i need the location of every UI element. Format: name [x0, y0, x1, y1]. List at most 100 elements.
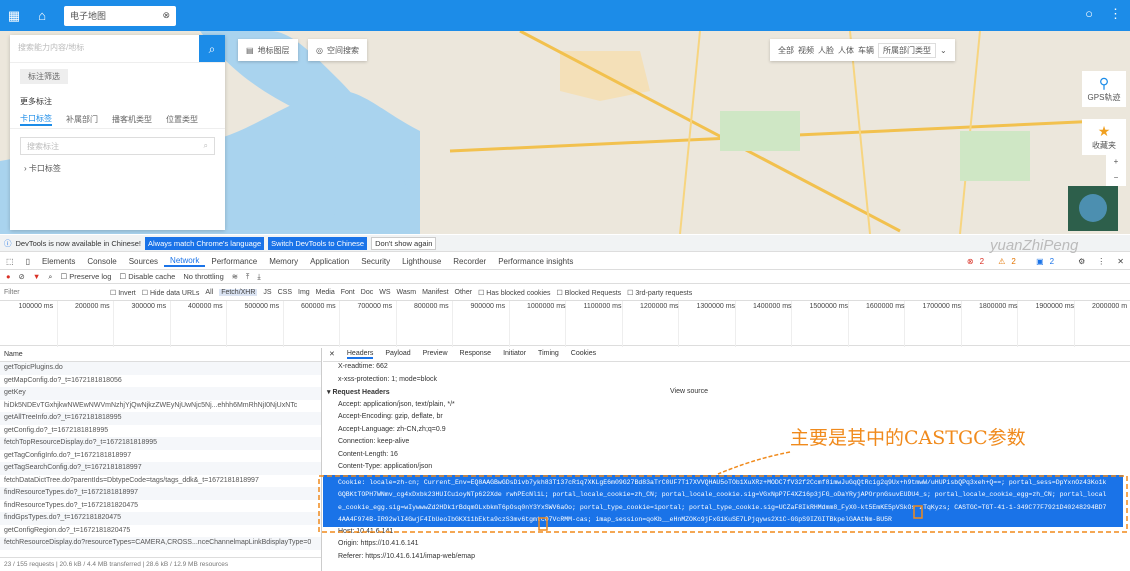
request-row[interactable]: findGpsTypes.do?_t=1672181820475	[0, 512, 321, 525]
match-language-button[interactable]: Always match Chrome's language	[144, 236, 265, 250]
tab-initiator[interactable]: Initiator	[503, 350, 526, 359]
map-canvas[interactable]: 搜索能力内容/地标 ⌕ 标注筛选 更多标注 卡口标签 补属部门 播客机类型 位置…	[0, 31, 1130, 234]
request-row[interactable]: fetchTopResourceDisplay.do?_t=1672181818…	[0, 437, 321, 450]
tab-performance[interactable]: Performance	[205, 257, 263, 266]
request-row[interactable]: findResourceTypes.do?_t=1672181820475	[0, 500, 321, 513]
tab-application[interactable]: Application	[304, 257, 355, 266]
tab-timing[interactable]: Timing	[538, 350, 559, 359]
inspect-icon[interactable]: ⬚	[0, 257, 20, 266]
gps-track-button[interactable]: ⚲ GPS轨迹	[1082, 71, 1126, 107]
name-column-header[interactable]: Name	[0, 348, 321, 362]
request-row[interactable]: getConfig.do?_t=1672181818995	[0, 425, 321, 438]
panel-tab-2[interactable]: 播客机类型	[112, 114, 152, 125]
request-row[interactable]: getKey	[0, 387, 321, 400]
search-icon[interactable]: ⌕	[48, 272, 52, 282]
spatial-search-button[interactable]: ◎ 空间搜索	[308, 39, 367, 61]
filter-funnel-icon[interactable]: ▼	[33, 272, 40, 281]
filter-vehicle[interactable]: 车辆	[858, 45, 874, 56]
third-party-checkbox[interactable]: ☐ 3rd-party requests	[627, 289, 692, 297]
request-row[interactable]: findResourceTypes.do?_t=1672181818997	[0, 487, 321, 500]
tab-sources[interactable]: Sources	[123, 257, 164, 266]
panel-tab-3[interactable]: 位置类型	[166, 114, 198, 125]
type-font[interactable]: Font	[341, 289, 355, 296]
wifi-icon[interactable]: ≋	[232, 272, 238, 281]
tab-lighthouse[interactable]: Lighthouse	[396, 257, 447, 266]
request-headers-section[interactable]: ▾ Request Headers View source	[323, 387, 723, 400]
tab-performance-insights[interactable]: Performance insights	[492, 257, 579, 266]
request-row[interactable]: fetchResourceDisplay.do?resourceTypes=CA…	[0, 537, 321, 550]
tab-memory[interactable]: Memory	[263, 257, 304, 266]
type-img[interactable]: Img	[298, 289, 310, 296]
close-tab-icon[interactable]: ⊗	[162, 10, 170, 21]
filter-video[interactable]: 视频	[798, 45, 814, 56]
close-devtools-icon[interactable]: ✕	[1111, 257, 1130, 266]
switch-chinese-button[interactable]: Switch DevTools to Chinese	[268, 236, 368, 250]
layer-button[interactable]: ▤ 地标图层	[238, 39, 298, 61]
panel-tab-1[interactable]: 补属部门	[66, 114, 98, 125]
request-row[interactable]: fetchDataDictTree.do?parentIds=DbtypeCod…	[0, 475, 321, 488]
type-css[interactable]: CSS	[278, 289, 292, 296]
dont-show-button[interactable]: Don't show again	[371, 236, 437, 250]
request-row[interactable]: getConfigRegion.do?_t=1672181820475	[0, 525, 321, 538]
filter-chip[interactable]: 标注筛选	[20, 69, 68, 84]
blocked-cookies-checkbox[interactable]: ☐ Has blocked cookies	[478, 289, 550, 297]
tab-recorder[interactable]: Recorder	[447, 257, 492, 266]
type-all[interactable]: All	[205, 289, 213, 296]
type-ws[interactable]: WS	[379, 289, 390, 296]
search-icon[interactable]: ⌕	[204, 141, 208, 151]
record-icon[interactable]: ●	[6, 272, 11, 281]
more-menu-icon[interactable]: ⋮	[1109, 6, 1122, 22]
network-timeline[interactable]: 100000 ms 200000 ms 300000 ms 400000 ms 5000…	[0, 300, 1130, 347]
filter-input[interactable]: Filter	[4, 289, 104, 296]
tab-preview[interactable]: Preview	[423, 350, 448, 359]
disable-cache-checkbox[interactable]: ☐ Disable cache	[119, 272, 175, 281]
hide-data-urls-checkbox[interactable]: ☐ Hide data URLs	[142, 289, 200, 297]
type-manifest[interactable]: Manifest	[422, 289, 448, 296]
tab-cookies[interactable]: Cookies	[571, 350, 596, 359]
tab-elements[interactable]: Elements	[36, 257, 81, 266]
clear-icon[interactable]: ⊘	[19, 272, 25, 281]
type-fetch-xhr[interactable]: Fetch/XHR	[219, 289, 258, 296]
search-icon[interactable]: ⌕	[199, 35, 225, 62]
preserve-log-checkbox[interactable]: ☐ Preserve log	[60, 272, 111, 281]
refresh-icon[interactable]: ○	[1085, 6, 1093, 22]
request-row[interactable]: getTagSearchConfig.do?_t=1672181818997	[0, 462, 321, 475]
close-details-icon[interactable]: ✕	[329, 350, 335, 359]
department-select[interactable]: 所属部门类型	[878, 42, 936, 58]
type-other[interactable]: Other	[455, 289, 473, 296]
request-row[interactable]: getTopicPlugins.do	[0, 362, 321, 375]
type-media[interactable]: Media	[316, 289, 335, 296]
map-search-input[interactable]: 搜索能力内容/地标	[10, 35, 199, 62]
import-icon[interactable]: ⤒	[246, 272, 249, 282]
apps-grid-icon[interactable]: ▦	[0, 8, 28, 24]
tab-electronic-map[interactable]: 电子地图 ⊗	[64, 5, 176, 26]
request-row[interactable]: getAllTreeInfo.do?_t=1672181818995	[0, 412, 321, 425]
request-row[interactable]: getTagConfigInfo.do?_t=1672181818997	[0, 450, 321, 463]
error-badge[interactable]: ⊗ 2 ⚠ 2 ▣ 2	[961, 257, 1072, 266]
tab-headers[interactable]: Headers	[346, 350, 374, 359]
panel-tab-0[interactable]: 卡口标签	[20, 113, 52, 126]
invert-checkbox[interactable]: ☐ Invert	[110, 289, 136, 297]
tab-network[interactable]: Network	[164, 256, 206, 267]
filter-all[interactable]: 全部	[778, 45, 794, 56]
label-search-field[interactable]: 搜索标注 ⌕	[20, 137, 215, 155]
tab-console[interactable]: Console	[81, 257, 122, 266]
zoom-in-button[interactable]: +	[1106, 153, 1126, 170]
request-row[interactable]: getMapConfig.do?_t=1672181818056	[0, 375, 321, 388]
tab-response[interactable]: Response	[460, 350, 492, 359]
tab-security[interactable]: Security	[355, 257, 396, 266]
zoom-out-button[interactable]: −	[1106, 169, 1126, 186]
favorites-button[interactable]: ★ 收藏夹	[1082, 119, 1126, 155]
type-js[interactable]: JS	[263, 289, 271, 296]
settings-gear-icon[interactable]: ⚙	[1072, 257, 1091, 266]
header-cookie-selected[interactable]: Cookie: locale=zh-cn; Current_Env=EQ8AAG…	[323, 474, 1123, 527]
home-icon[interactable]: ⌂	[28, 8, 56, 23]
filter-face[interactable]: 人脸	[818, 45, 834, 56]
export-icon[interactable]: ⤓	[257, 272, 260, 282]
filter-body[interactable]: 人体	[838, 45, 854, 56]
tab-payload[interactable]: Payload	[385, 350, 410, 359]
tree-item[interactable]: › 卡口标签	[24, 163, 211, 174]
type-doc[interactable]: Doc	[361, 289, 373, 296]
throttling-select[interactable]: No throttling	[183, 272, 223, 281]
blocked-requests-checkbox[interactable]: ☐ Blocked Requests	[557, 289, 622, 297]
